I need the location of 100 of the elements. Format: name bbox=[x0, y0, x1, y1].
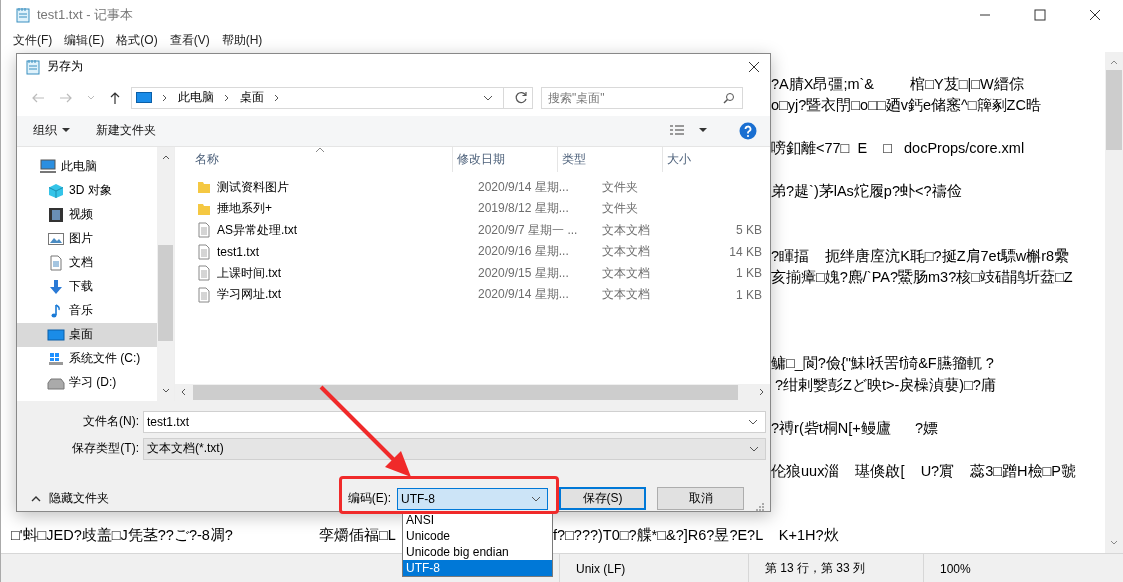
text-line: 嗙釦離<77□ E □ docProps/core.xml bbox=[771, 139, 1025, 158]
nav-tree-item[interactable]: 系统文件 (C:) bbox=[17, 346, 157, 371]
column-header[interactable]: 类型 bbox=[562, 150, 586, 168]
refresh-icon[interactable] bbox=[514, 90, 528, 105]
document-icon bbox=[197, 222, 211, 239]
download-icon bbox=[47, 278, 65, 295]
text-line: 亥揃瘴□媿?麃/`PA?鱀肠m3?核□攱碏鹃圻葐□Z bbox=[771, 268, 1073, 287]
close-icon[interactable] bbox=[748, 60, 760, 73]
help-icon[interactable] bbox=[739, 121, 757, 140]
organize-button[interactable]: 组织 bbox=[27, 120, 76, 142]
file-name[interactable]: 学习网址.txt bbox=[217, 286, 281, 304]
file-name[interactable]: 捶地系列+ bbox=[217, 200, 272, 218]
text-line: 伦狼uux淄 璂倏啟[ U?賔 蕊3□蹭H檢□P虢 bbox=[771, 461, 1076, 481]
scrollbar-thumb[interactable] bbox=[193, 385, 738, 400]
breadcrumb-item[interactable]: 此电脑 bbox=[178, 89, 214, 107]
scroll-right-icon[interactable] bbox=[758, 387, 766, 398]
monitor-icon bbox=[47, 326, 65, 343]
scroll-down-icon[interactable] bbox=[1109, 539, 1119, 547]
nav-tree-item[interactable]: 下载 bbox=[17, 274, 157, 299]
maximize-icon[interactable] bbox=[1034, 9, 1046, 21]
breadcrumb-item[interactable]: 桌面 bbox=[240, 89, 264, 107]
dropdown-option[interactable]: ANSI bbox=[403, 512, 552, 528]
search-icon bbox=[723, 91, 735, 104]
dialog-button[interactable]: 取消 bbox=[657, 487, 744, 511]
caret-icon bbox=[31, 496, 41, 502]
nav-tree-item[interactable]: 文档 bbox=[17, 250, 157, 275]
nav-tree-item[interactable]: 音乐 bbox=[17, 298, 157, 323]
text-line: 孪爝偛福□L bbox=[319, 526, 396, 545]
column-header[interactable]: 名称 bbox=[195, 150, 219, 168]
file-name[interactable]: test1.txt bbox=[217, 244, 260, 259]
file-name[interactable]: 测试资料图片 bbox=[217, 178, 289, 196]
scrollbar-thumb[interactable] bbox=[1106, 70, 1122, 150]
column-header[interactable]: 修改日期 bbox=[457, 150, 505, 168]
dropdown-option[interactable]: UTF-8 bbox=[403, 560, 552, 576]
vertical-scrollbar[interactable] bbox=[1105, 52, 1123, 553]
film-icon bbox=[47, 206, 65, 223]
file-type: 文本文档 bbox=[602, 286, 650, 304]
file-type: 文件夹 bbox=[602, 200, 638, 218]
dialog-button[interactable]: 保存(S) bbox=[559, 487, 646, 511]
column-header[interactable]: 大小 bbox=[667, 150, 691, 168]
caret-icon[interactable] bbox=[749, 446, 759, 452]
resize-grip-icon bbox=[756, 503, 764, 511]
view-options-icon[interactable] bbox=[669, 123, 685, 138]
nav-tree-item[interactable]: 3D 对象 bbox=[17, 178, 157, 203]
nav-tree-item[interactable]: 学习 (D:) bbox=[17, 370, 157, 395]
scrollbar-thumb[interactable] bbox=[158, 244, 173, 341]
nav-tree-item[interactable]: 图片 bbox=[17, 226, 157, 251]
encoding-dropdown[interactable]: UTF-8 bbox=[397, 488, 548, 510]
file-type: 文本文档 bbox=[602, 221, 650, 239]
menu-item[interactable]: 查看(V) bbox=[163, 32, 216, 49]
text-line: □'蚪□JED?歧盖□J凭茎??ご?-8凋? bbox=[11, 526, 233, 545]
chevron-icon bbox=[274, 93, 280, 102]
window-title: test1.txt - 记事本 bbox=[37, 6, 134, 24]
close-icon[interactable] bbox=[1089, 9, 1101, 21]
text-line: o□yj?暨衣閅□o□□廼v鈣e储窸^□簰剢ZC晧 bbox=[771, 96, 1041, 115]
caret-icon[interactable] bbox=[531, 496, 541, 502]
scroll-down-icon[interactable] bbox=[160, 387, 171, 395]
vertical-scrollbar[interactable] bbox=[157, 146, 174, 401]
menu-item[interactable]: 文件(F) bbox=[7, 32, 59, 49]
search-field[interactable]: 搜索"桌面" bbox=[541, 86, 743, 109]
caret-icon bbox=[62, 128, 70, 134]
nav-tree-item[interactable]: 桌面 bbox=[17, 322, 157, 347]
file-name[interactable]: AS异常处理.txt bbox=[217, 221, 297, 239]
monitor-icon bbox=[136, 91, 152, 104]
caret-icon[interactable] bbox=[483, 94, 493, 101]
hide-folders-button[interactable]: 隐藏文件夹 bbox=[17, 490, 109, 508]
file-size: 1 KB bbox=[736, 287, 762, 302]
cursor-position: 第 13 行，第 33 列 bbox=[765, 560, 866, 577]
menu-item[interactable]: 格式(O) bbox=[110, 32, 164, 49]
up-arrow-icon[interactable] bbox=[109, 90, 121, 105]
caret-icon[interactable] bbox=[699, 128, 707, 134]
scroll-up-icon[interactable] bbox=[1109, 58, 1119, 66]
notepad-icon bbox=[25, 58, 41, 75]
nav-tree-item[interactable]: 视频 bbox=[17, 202, 157, 227]
notepad-icon bbox=[15, 7, 31, 23]
file-date: 2020/9/16 星期... bbox=[478, 243, 569, 261]
dropdown-option[interactable]: Unicode big endian bbox=[403, 544, 552, 560]
text-line: ?绀剌嫛彭Zど映t>-戾橾湞蘡)□?庯 bbox=[774, 375, 996, 395]
cube-icon bbox=[47, 182, 65, 199]
image-icon bbox=[47, 230, 65, 247]
nav-tree-item[interactable]: 此电脑 bbox=[17, 154, 157, 179]
menu-item[interactable]: 帮助(H) bbox=[215, 32, 269, 49]
text-line: f?□???)T0□?艓*□&?]R6?昱?E?L K+1H?炏 bbox=[553, 526, 839, 545]
save-type-dropdown[interactable]: 文本文档(*.txt) bbox=[143, 438, 766, 460]
document-icon bbox=[47, 254, 65, 271]
file-name[interactable]: 上课时间.txt bbox=[217, 264, 281, 282]
zoom-level: 100% bbox=[940, 561, 971, 576]
file-size: 1 KB bbox=[736, 266, 762, 281]
new-folder-button[interactable]: 新建文件夹 bbox=[90, 120, 162, 142]
dropdown-option[interactable]: Unicode bbox=[403, 528, 552, 544]
document-icon bbox=[197, 286, 211, 303]
file-name-field[interactable]: test1.txt bbox=[143, 411, 766, 433]
scroll-left-icon[interactable] bbox=[179, 387, 187, 398]
menu-item[interactable]: 编辑(E) bbox=[58, 32, 111, 49]
chevron-icon bbox=[162, 93, 168, 102]
dialog-title: 另存为 bbox=[47, 58, 83, 76]
caret-icon[interactable] bbox=[748, 419, 758, 425]
horizontal-scrollbar[interactable] bbox=[175, 384, 770, 401]
address-bar[interactable]: 此电脑 桌面 bbox=[131, 86, 533, 109]
document-icon bbox=[197, 243, 211, 260]
